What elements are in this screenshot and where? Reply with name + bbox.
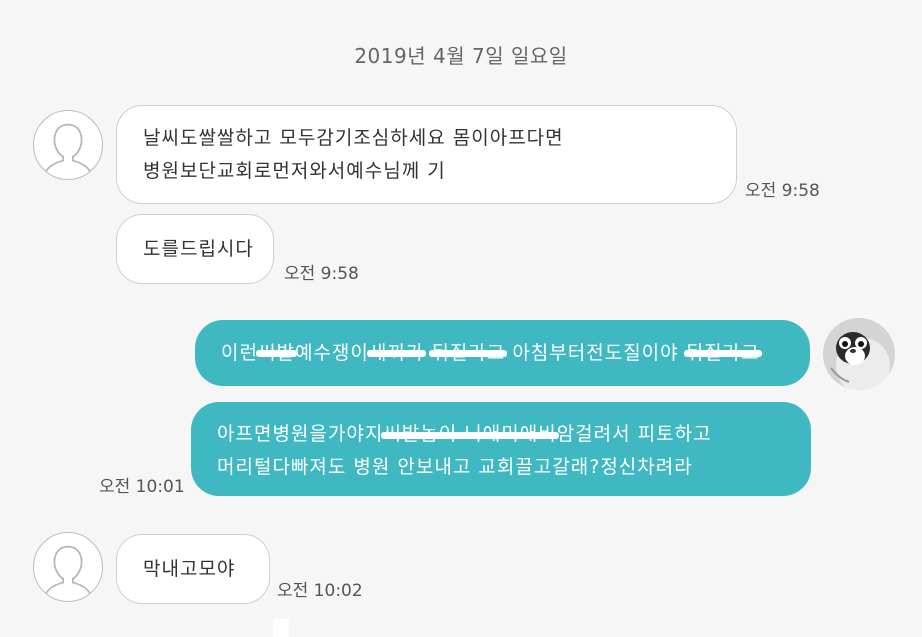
message-bubble-incoming[interactable]: 도를드립시다	[116, 214, 274, 284]
message-text-segment: 이런	[221, 342, 258, 364]
message-text-segment: 예수쟁이	[294, 342, 369, 364]
redacted-text: 뒤질라고	[429, 320, 508, 386]
message-text-line: 머리털다빠져도 병원 안보내고 교회끌고갈래?정신차려라	[217, 456, 693, 478]
message-bubble-outgoing[interactable]: 이런씨발예수쟁이새끼가 뒤질라고 아침부터전도질이야 뒤질라고	[195, 320, 810, 386]
redacted-text: 뒤질라고	[683, 320, 762, 386]
partial-bubble-edge	[273, 619, 289, 637]
message-text-line: 아프면병원을가야지씨발놈이 니애미애비암걸려서 피토하고	[217, 418, 811, 451]
redacted-text: 씨발놈이 니애미애비	[381, 418, 560, 451]
message-text-segment: 암걸려서 피토하고	[556, 423, 712, 445]
message-text-line: 막내고모야	[143, 558, 236, 580]
message-timestamp: 오전 10:01	[99, 477, 185, 497]
redacted-text: 새끼가	[366, 320, 427, 386]
message-timestamp: 오전 9:58	[284, 264, 359, 284]
message-text-line: 날씨도쌀쌀하고 모두감기조심하세요 몸이아프다면	[143, 127, 564, 149]
message-text-line: 도를드립시다	[143, 238, 254, 260]
message-text-line: 이런씨발예수쟁이새끼가 뒤질라고 아침부터전도질이야 뒤질라고	[221, 320, 810, 386]
default-avatar-icon	[44, 545, 92, 595]
sender-avatar[interactable]	[33, 110, 103, 180]
message-bubble-incoming[interactable]: 막내고모야	[116, 534, 270, 604]
message-timestamp: 오전 10:02	[277, 581, 363, 601]
message-text-segment: 아프면병원을가야지	[217, 423, 384, 445]
message-bubble-incoming[interactable]: 날씨도쌀쌀하고 모두감기조심하세요 몸이아프다면 병원보단교회로먼저와서예수님께…	[116, 105, 737, 204]
message-text-line: 병원보단교회로먼저와서예수님께 기	[143, 160, 446, 182]
message-timestamp: 오전 9:58	[745, 181, 820, 201]
sender-avatar[interactable]	[33, 532, 103, 602]
redacted-text: 씨발	[255, 320, 297, 386]
default-avatar-icon	[44, 123, 92, 173]
message-bubble-outgoing[interactable]: 아프면병원을가야지씨발놈이 니애미애비암걸려서 피토하고 머리털다빠져도 병원 …	[191, 402, 811, 496]
message-text-segment: 아침부터전도질이야	[505, 342, 686, 364]
my-avatar[interactable]	[823, 318, 895, 390]
penguin-avatar-icon	[823, 318, 895, 390]
date-header: 2019년 4월 7일 일요일	[354, 44, 568, 68]
